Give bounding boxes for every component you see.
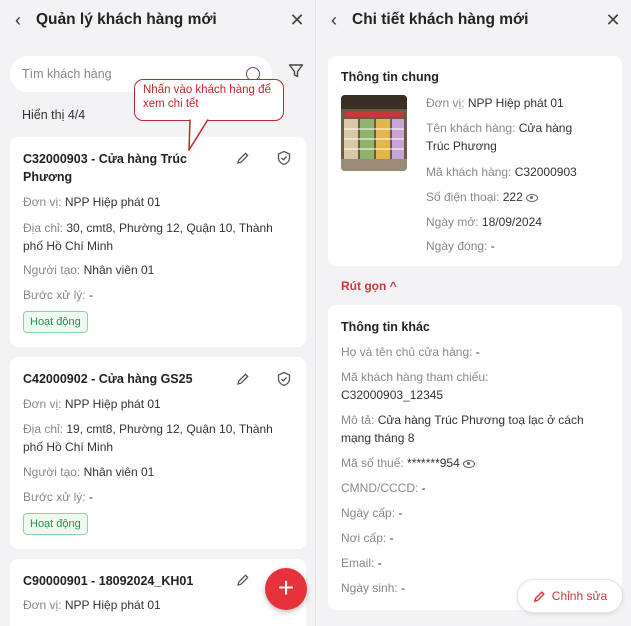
hint-callout: Nhấn vào khách hàng để xem chi tết (134, 79, 284, 121)
page-title: Quản lý khách hàng mới (36, 11, 217, 28)
customer-list-panel: ‹ Quản lý khách hàng mới ✕ Tìm khách hàn… (0, 0, 315, 626)
detail-row: Ngày mở: 18/09/2024 (426, 215, 542, 229)
customer-card[interactable]: C90000901 - 18092024_KH01 Đơn vị: NPP Hi… (10, 559, 306, 626)
edit-button-label: Chỉnh sửa (551, 589, 608, 603)
creator-row: Người tạo: Nhân viên 01 (23, 263, 155, 277)
customer-detail-panel: ‹ Chi tiết khách hàng mới ✕ Thông tin ch… (316, 0, 631, 626)
unit-row: Đơn vị: NPP Hiệp phát 01 (23, 195, 161, 209)
callout-tail (188, 118, 209, 151)
chevron-left-icon[interactable]: ‹ (316, 10, 352, 31)
result-count: Hiển thị 4/4 (22, 108, 86, 122)
customer-name: C32000903 - Cửa hàng Trúc Phương (23, 152, 187, 184)
detail-row: CMND/CCCD: - (341, 481, 426, 495)
customer-card[interactable]: C32000903 - Cửa hàng Trúc Phương Đơn vị:… (10, 137, 306, 347)
detail-row: Mô tả: Cửa hàng Trúc Phương toạ lạc ở cá… (341, 413, 584, 445)
pencil-icon[interactable] (236, 151, 250, 165)
eye-icon[interactable] (525, 193, 538, 202)
address-row: Địa chỉ: 30, cmt8, Phường 12, Quận 10, T… (23, 221, 273, 253)
edit-button[interactable]: Chỉnh sửa (517, 579, 623, 613)
status-badge: Hoạt động (23, 311, 88, 333)
customer-name: C42000902 - Cửa hàng GS25 (23, 372, 193, 386)
customer-name: C90000901 - 18092024_KH01 (23, 574, 194, 588)
detail-row: Ngày sinh: - (341, 581, 406, 595)
detail-row: Nơi cấp: - (341, 531, 394, 545)
unit-row: Đơn vị: NPP Hiệp phát 01 (23, 397, 161, 411)
detail-row: Ngày cấp: - (341, 506, 403, 520)
check-shield-icon[interactable] (276, 371, 292, 387)
step-row: Bước xử lý: - (23, 490, 93, 504)
customer-card[interactable]: C42000902 - Cửa hàng GS25 Đơn vị: NPP Hi… (10, 357, 306, 549)
section-title: Thông tin khác (341, 320, 430, 334)
chevron-left-icon[interactable]: ‹ (0, 10, 36, 31)
phone-row: Số điện thoại: 222 (426, 188, 616, 206)
list-header: ‹ Quản lý khách hàng mới ✕ (0, 0, 315, 40)
store-photo[interactable] (341, 95, 407, 171)
detail-header: ‹ Chi tiết khách hàng mới ✕ (316, 0, 631, 40)
close-icon[interactable]: ✕ (279, 10, 315, 31)
check-shield-icon[interactable] (276, 150, 292, 166)
detail-row: Đơn vị: NPP Hiệp phát 01 (426, 96, 564, 110)
detail-row: Mã khách hàng: C32000903 (426, 165, 577, 179)
status-badge: Hoạt động (23, 513, 88, 535)
general-info-card: Thông tin chung Đơn vị: NPP Hiệp phát 01… (328, 56, 622, 266)
close-icon[interactable]: ✕ (595, 10, 631, 31)
add-customer-button[interactable]: + (265, 568, 307, 610)
detail-row: Email: - (341, 556, 382, 570)
detail-row: Họ và tên chủ cửa hàng: - (341, 345, 480, 359)
detail-row: Ngày đóng: - (426, 239, 495, 253)
pencil-icon[interactable] (236, 573, 250, 587)
page-title: Chi tiết khách hàng mới (352, 11, 529, 28)
collapse-link[interactable]: Rút gọn ^ (341, 279, 397, 293)
address-row: Địa chỉ: 19, cmt8, Phường 12, Quận 10, T… (23, 422, 273, 454)
step-row: Bước xử lý: - (23, 288, 93, 302)
section-title: Thông tin chung (341, 70, 439, 84)
filter-icon[interactable] (288, 63, 304, 79)
detail-row: Mã khách hàng tham chiếu: C32000903_1234… (341, 370, 489, 402)
creator-row: Người tạo: Nhân viên 01 (23, 465, 155, 479)
detail-row: Tên khách hàng: Cửa hàng Trúc Phương (426, 121, 573, 153)
tax-row: Mã số thuế: *******954 (341, 454, 611, 472)
pencil-icon[interactable] (236, 372, 250, 386)
eye-icon[interactable] (462, 459, 475, 468)
other-info-card: Thông tin khác Họ và tên chủ cửa hàng: -… (328, 305, 622, 610)
pencil-icon (533, 590, 545, 602)
unit-row: Đơn vị: NPP Hiệp phát 01 (23, 598, 161, 612)
